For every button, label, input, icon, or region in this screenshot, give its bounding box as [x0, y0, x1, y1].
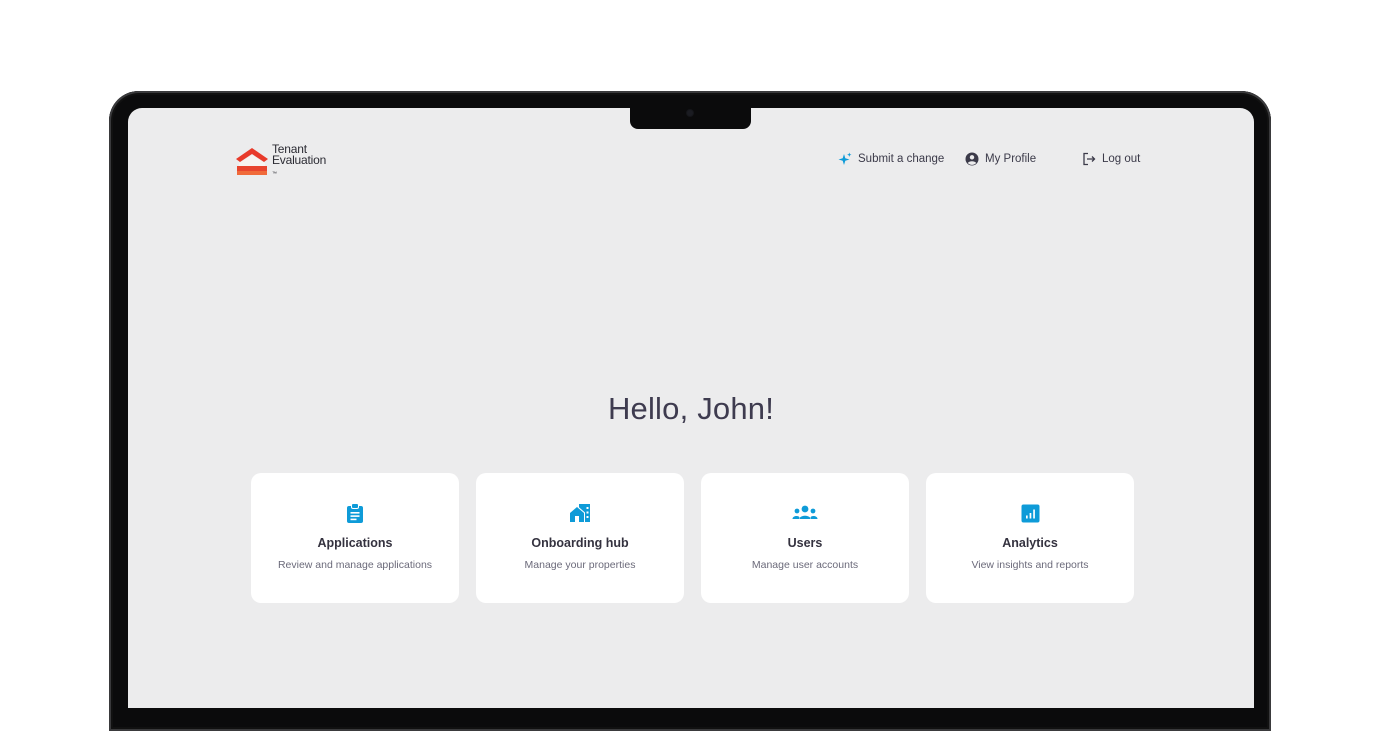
- card-title: Analytics: [1002, 536, 1058, 550]
- sparkle-icon: [838, 152, 852, 165]
- greeting-heading: Hello, John!: [607, 391, 775, 426]
- app-screen: Tenant Evaluation ™ Submit a change My Pr…: [128, 108, 1254, 708]
- brand-logo[interactable]: Tenant Evaluation ™: [235, 143, 327, 180]
- logout-icon: [1083, 152, 1096, 166]
- card-title: Users: [787, 536, 823, 550]
- card-description: Manage your properties: [524, 559, 636, 571]
- clipboard-icon: [347, 502, 363, 523]
- card-title: Onboarding hub: [531, 536, 629, 550]
- camera-notch: [630, 107, 751, 129]
- my-profile-link[interactable]: My Profile: [965, 152, 1036, 166]
- log-out-link[interactable]: Log out: [1082, 152, 1140, 166]
- card-grid: Applications Review and manage applicati…: [251, 473, 1134, 603]
- user-circle-icon: [965, 152, 979, 166]
- brand-name-line2: Evaluation: [272, 153, 327, 167]
- card-onboarding-hub[interactable]: Onboarding hub Manage your properties: [476, 473, 684, 603]
- camera-icon: [687, 110, 693, 116]
- trademark: ™: [272, 171, 277, 177]
- card-description: Manage user accounts: [751, 559, 859, 571]
- card-description: View insights and reports: [971, 559, 1089, 571]
- log-out-label: Log out: [1102, 153, 1141, 165]
- users-group-icon: [792, 505, 818, 519]
- card-title: Applications: [317, 536, 393, 550]
- submit-change-link[interactable]: Submit a change: [838, 152, 944, 166]
- bar-chart-icon: [1021, 504, 1039, 522]
- brand-name: Tenant Evaluation ™: [272, 143, 327, 180]
- card-analytics[interactable]: Analytics View insights and reports: [926, 473, 1134, 603]
- house-logo-icon: [236, 148, 268, 175]
- my-profile-label: My Profile: [985, 153, 1037, 165]
- card-users[interactable]: Users Manage user accounts: [701, 473, 909, 603]
- card-description: Review and manage applications: [277, 559, 433, 571]
- card-applications[interactable]: Applications Review and manage applicati…: [251, 473, 459, 603]
- house-building-icon: [570, 504, 590, 522]
- submit-change-label: Submit a change: [858, 153, 945, 165]
